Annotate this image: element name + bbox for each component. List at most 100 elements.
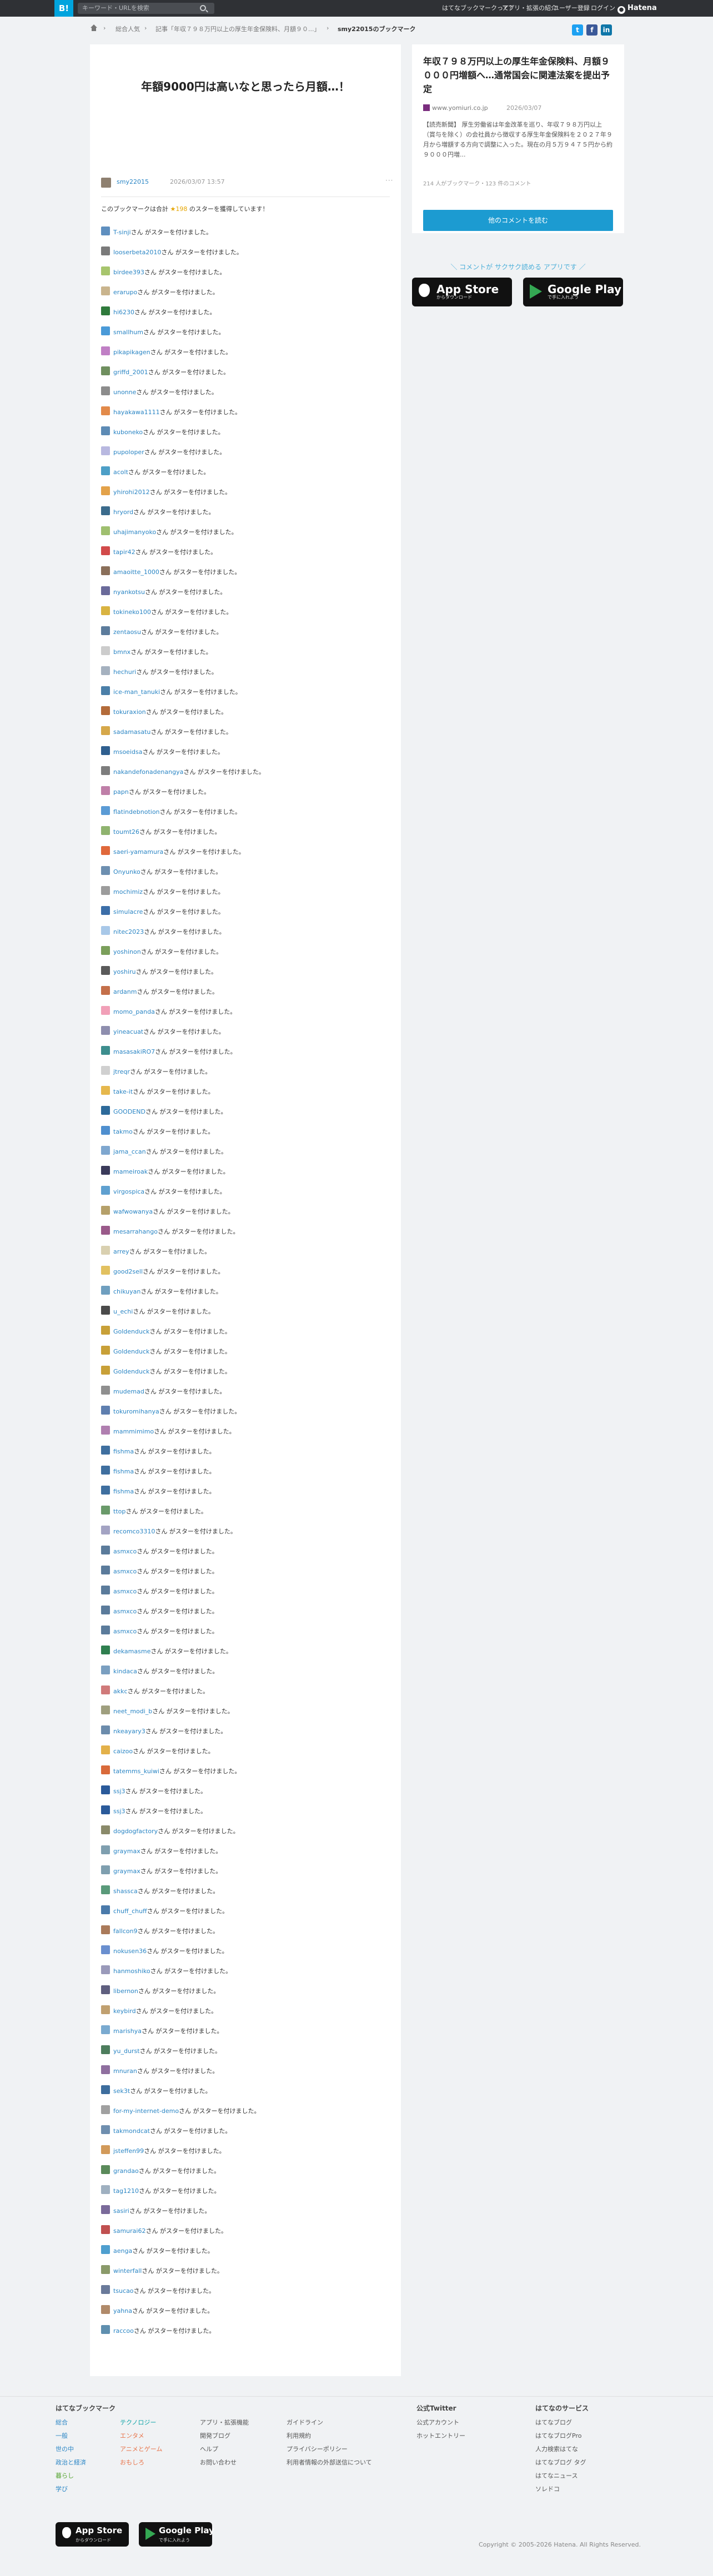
star-user-name[interactable]: hryord [113,509,133,516]
star-user-name[interactable]: shassca [113,1888,138,1895]
star-user-name[interactable]: mochimiz [113,888,143,895]
avatar[interactable] [101,1626,110,1634]
star-user-name[interactable]: jtreqr [113,1068,130,1075]
avatar[interactable] [101,2305,110,2314]
footer-link-guideline[interactable]: ガイドライン [287,2418,323,2427]
avatar[interactable] [101,646,110,655]
entry-site[interactable]: www.yomiuri.co.jp [423,104,488,112]
footer-cat-tech[interactable]: テクノロジー [120,2418,156,2427]
avatar[interactable] [101,2085,110,2094]
avatar[interactable] [101,826,110,835]
footer-link-terms[interactable]: 利用規約 [287,2431,311,2440]
footer-cat-general[interactable]: 一般 [56,2431,68,2440]
star-user-name[interactable]: pikapikagen [113,349,150,356]
star-user-name[interactable]: tag1210 [113,2187,139,2195]
avatar[interactable] [101,2145,110,2154]
avatar[interactable] [101,1985,110,1994]
star-user-name[interactable]: kindaca [113,1668,137,1675]
avatar[interactable] [101,246,110,255]
footer-service-news[interactable]: はてなニュース [535,2471,578,2480]
star-user-name[interactable]: virgospica [113,1188,144,1195]
avatar[interactable] [101,926,110,935]
avatar[interactable] [101,1066,110,1075]
star-user-name[interactable]: raccoo [113,2327,134,2334]
star-user-name[interactable]: yu_durst [113,2047,140,2055]
avatar[interactable] [101,366,110,375]
avatar[interactable] [101,906,110,915]
footer-service-blog[interactable]: はてなブログ [535,2418,572,2427]
avatar[interactable] [101,1905,110,1914]
avatar[interactable] [101,1266,110,1275]
star-user-name[interactable]: hi6230 [113,309,134,316]
footer-service-blogtag[interactable]: はてなブログ タグ [535,2458,586,2467]
star-user-name[interactable]: asmxco [113,1588,137,1595]
avatar[interactable] [101,1925,110,1934]
star-user-name[interactable]: GOODEND [113,1108,145,1115]
linkedin-icon[interactable]: in [601,24,612,36]
star-user-name[interactable]: hayakawa1111 [113,409,160,416]
avatar[interactable] [101,1566,110,1574]
star-user-name[interactable]: hanmoshiko [113,1968,150,1975]
star-user-name[interactable]: erarupo [113,289,137,296]
star-user-name[interactable]: toumt26 [113,828,139,836]
star-user-name[interactable]: yoshinon [113,948,141,955]
star-user-name[interactable]: sasiri [113,2207,129,2215]
avatar[interactable] [101,946,110,955]
avatar[interactable] [101,1186,110,1195]
star-user-name[interactable]: mudemad [113,1388,144,1395]
star-user-name[interactable]: amaoitte_1000 [113,568,159,576]
avatar[interactable] [101,1126,110,1135]
avatar[interactable] [101,806,110,815]
avatar[interactable] [101,526,110,535]
avatar[interactable] [101,1666,110,1674]
footer-cat-knowledge[interactable]: 学び [56,2484,68,2493]
star-user-name[interactable]: jsteffen99 [113,2147,144,2155]
footer-service-qa[interactable]: 人力検索はてな [535,2444,578,2453]
star-user-name[interactable]: flatindebnotion [113,808,160,816]
star-user-name[interactable]: yoshiru [113,968,136,975]
star-user-name[interactable]: asmxco [113,1568,137,1575]
home-icon[interactable] [90,24,98,31]
search-icon[interactable] [200,5,206,11]
star-user-name[interactable]: recomco3310 [113,1528,155,1535]
facebook-icon[interactable]: f [586,24,597,36]
star-user-name[interactable]: keybird [113,2008,136,2015]
avatar[interactable] [101,386,110,395]
star-user-name[interactable]: sek3t [113,2087,130,2095]
star-user-name[interactable]: mammimimo [113,1428,154,1435]
footer-link-devblog[interactable]: 開発ブログ [200,2431,230,2440]
avatar[interactable] [101,546,110,555]
star-user-name[interactable]: nakandefonadenangya [113,768,183,776]
star-user-name[interactable]: fishma [113,1488,134,1495]
breadcrumb-entry[interactable]: 記事「年収７９８万円以上の厚生年金保険料、月額９０...」 [155,24,320,33]
footer-twitter-hotentry[interactable]: ホットエントリー [416,2431,465,2440]
star-user-name[interactable]: grandao [113,2167,139,2175]
nav-login[interactable]: ログイン [591,0,615,17]
avatar[interactable] [101,1386,110,1395]
avatar[interactable] [101,886,110,895]
star-user-name[interactable]: yhirohi2012 [113,489,150,496]
avatar[interactable] [101,1845,110,1854]
star-user-name[interactable]: chuff_chuff [113,1908,147,1915]
avatar[interactable] [101,306,110,315]
star-user-name[interactable]: samurai62 [113,2227,145,2235]
avatar[interactable] [101,1226,110,1235]
star-user-name[interactable]: mameiroak [113,1168,148,1175]
avatar[interactable] [101,1865,110,1874]
star-user-name[interactable]: pupoloper [113,449,144,456]
avatar[interactable] [101,2165,110,2174]
star-user-name[interactable]: papn [113,788,129,796]
star-user-name[interactable]: tatemms_kuiwi [113,1768,159,1775]
avatar[interactable] [101,1326,110,1335]
star-user-name[interactable]: ssj3 [113,1808,125,1815]
star-user-name[interactable]: asmxco [113,1548,137,1555]
read-other-comments-button[interactable]: 他のコメントを読む [423,210,613,231]
star-user-name[interactable]: acolt [113,469,128,476]
star-user-name[interactable]: fishma [113,1468,134,1475]
star-user-name[interactable]: winterfall [113,2267,142,2275]
star-user-name[interactable]: arrey [113,1248,129,1255]
star-user-name[interactable]: dekamasme [113,1648,150,1655]
avatar[interactable] [101,1206,110,1215]
star-user-name[interactable]: saeri-yamamura [113,848,163,856]
avatar[interactable] [101,2265,110,2274]
